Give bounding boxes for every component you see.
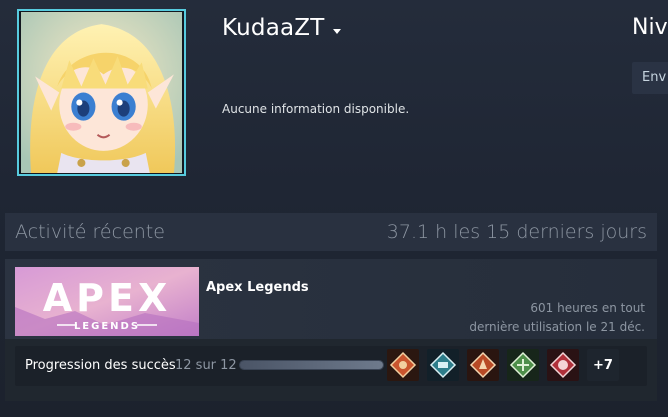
profile-summary: Aucune information disponible. bbox=[222, 102, 410, 116]
achievement-progress-bar bbox=[239, 360, 384, 370]
game-hours-total: 601 heures en tout bbox=[530, 301, 645, 315]
achievement-progress-fill bbox=[240, 361, 383, 369]
recent-activity-hours: 37.1 h les 15 derniers jours bbox=[386, 221, 647, 243]
game-capsule-image: APEX LEGENDS bbox=[15, 267, 199, 336]
achievement-progress-row[interactable]: Progression des succès 12 sur 12 +7 bbox=[15, 346, 647, 386]
achievement-count: 12 sur 12 bbox=[175, 358, 237, 373]
level-label: Niv bbox=[632, 15, 668, 40]
username-label: KudaaZT bbox=[222, 15, 325, 41]
achievement-icon[interactable] bbox=[467, 349, 499, 381]
achievement-icon[interactable] bbox=[387, 349, 419, 381]
recent-activity-header: Activité récente 37.1 h les 15 derniers … bbox=[5, 213, 657, 251]
achievement-label: Progression des succès bbox=[25, 358, 176, 373]
achievement-icons: +7 bbox=[387, 349, 619, 381]
capsule-subtitle: LEGENDS bbox=[74, 321, 140, 332]
game-capsule[interactable]: APEX LEGENDS bbox=[15, 267, 199, 336]
achievement-icon[interactable] bbox=[507, 349, 539, 381]
more-achievements-button[interactable]: +7 bbox=[587, 349, 619, 381]
achievement-icon[interactable] bbox=[427, 349, 459, 381]
avatar-image bbox=[21, 12, 182, 173]
recent-activity-title: Activité récente bbox=[15, 221, 165, 243]
capsule-title: APEX bbox=[43, 276, 172, 320]
game-last-played: dernière utilisation le 21 déc. bbox=[469, 320, 645, 334]
game-name-link[interactable]: Apex Legends bbox=[206, 280, 309, 295]
game-block: APEX LEGENDS Apex Legends 601 heures en … bbox=[5, 259, 657, 401]
caret-down-icon bbox=[332, 28, 341, 34]
send-button[interactable]: Env bbox=[632, 62, 668, 94]
avatar[interactable] bbox=[17, 9, 186, 176]
achievement-icon[interactable] bbox=[547, 349, 579, 381]
username-dropdown[interactable]: KudaaZT bbox=[222, 15, 341, 41]
